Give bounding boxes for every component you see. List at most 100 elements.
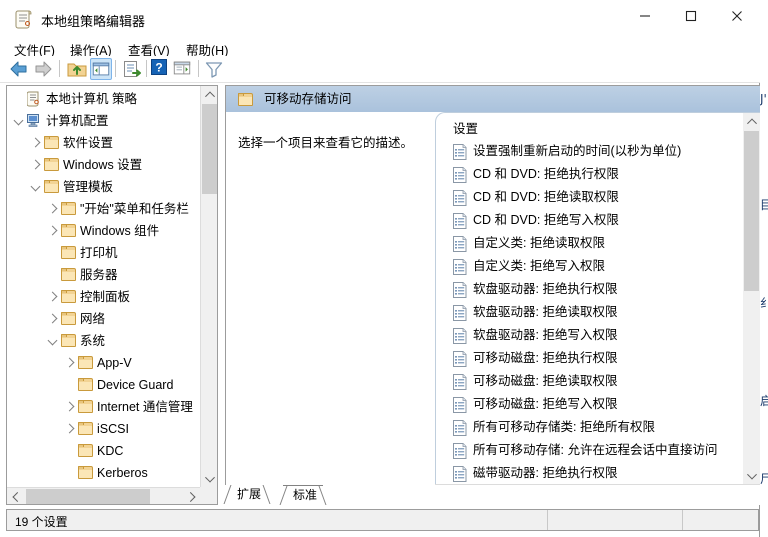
settings-list-item[interactable]: 设置强制重新启动的时间(以秒为单位) (436, 140, 743, 163)
tree-item[interactable]: 网络 (7, 308, 201, 330)
settings-list-column: 设置 设置强制重新启动的时间(以秒为单位) CD 和 DVD: 拒绝执行权限 CD … (435, 112, 760, 484)
chevron-down-icon[interactable] (45, 330, 60, 352)
export-list-icon[interactable] (121, 58, 143, 80)
show-hide-tree-icon[interactable] (90, 58, 112, 80)
settings-list-item[interactable]: 所有可移动存储类: 拒绝所有权限 (436, 416, 743, 439)
tree-scroll-left-button[interactable] (7, 488, 24, 504)
help-icon[interactable]: ? (150, 58, 172, 80)
chevron-right-icon[interactable] (45, 308, 60, 330)
chevron-right-icon[interactable] (28, 154, 43, 176)
tab-extended[interactable]: 扩展 (223, 485, 271, 504)
tree-item[interactable]: iSCSI (7, 418, 201, 440)
settings-list-item[interactable]: 所有可移动存储: 允许在远程会话中直接访问 (436, 439, 743, 462)
chevron-right-icon[interactable] (45, 220, 60, 242)
up-folder-icon[interactable] (66, 58, 88, 80)
settings-list-item[interactable]: 自定义类: 拒绝读取权限 (436, 232, 743, 255)
tree-item[interactable]: Windows 组件 (7, 220, 201, 242)
tree-item[interactable]: "开始"菜单和任务栏 (7, 198, 201, 220)
description-text: 选择一个项目来查看它的描述。 (238, 136, 414, 150)
tree-scroll-up-button[interactable] (201, 86, 217, 103)
back-icon[interactable] (8, 58, 30, 80)
folder-icon (77, 418, 95, 440)
folder-icon (77, 374, 95, 396)
tree-toggle-spacer (45, 264, 60, 286)
settings-list-item-label: 可移动磁盘: 拒绝执行权限 (473, 351, 618, 365)
tree-scrollbar-thumb[interactable] (202, 104, 217, 194)
settings-list-item[interactable]: 可移动磁盘: 拒绝写入权限 (436, 393, 743, 416)
tree-item[interactable]: Internet 通信管理 (7, 396, 201, 418)
tree-vertical-scrollbar[interactable] (200, 86, 217, 487)
tree-hscrollbar-thumb[interactable] (26, 489, 150, 504)
status-bar: 19 个设置 (6, 509, 759, 531)
folder-icon (60, 330, 78, 352)
settings-list[interactable]: 设置强制重新启动的时间(以秒为单位) CD 和 DVD: 拒绝执行权限 CD 和 D… (436, 139, 743, 484)
policy-setting-icon (453, 305, 467, 321)
settings-list-item-label: 设置强制重新启动的时间(以秒为单位) (473, 144, 682, 158)
console-tree[interactable]: 本地计算机 策略 计算机配置 软件设置 Windows 设置 管理模板 "开始"菜单和任务… (7, 86, 201, 487)
properties-icon[interactable] (172, 58, 194, 80)
settings-list-item[interactable]: CD 和 DVD: 拒绝执行权限 (436, 163, 743, 186)
settings-list-item[interactable]: 可移动磁盘: 拒绝执行权限 (436, 347, 743, 370)
tree-item[interactable]: 软件设置 (7, 132, 201, 154)
chevron-right-icon[interactable] (45, 198, 60, 220)
tree-item[interactable]: KDC (7, 440, 201, 462)
settings-list-item[interactable]: CD 和 DVD: 拒绝读取权限 (436, 186, 743, 209)
close-button[interactable] (714, 0, 760, 31)
tree-item[interactable]: 管理模板 (7, 176, 201, 198)
chevron-right-icon[interactable] (62, 396, 77, 418)
tab-standard[interactable]: 标准 (279, 485, 327, 505)
tree-item[interactable]: 控制面板 (7, 286, 201, 308)
policy-setting-icon (453, 259, 467, 275)
maximize-button[interactable] (668, 0, 714, 31)
tree-item[interactable]: Device Guard (7, 374, 201, 396)
minimize-button[interactable] (622, 0, 668, 31)
window-title: 本地组策略编辑器 (41, 14, 146, 29)
settings-scroll-up-button[interactable] (743, 113, 760, 130)
filter-icon[interactable] (203, 58, 225, 80)
toolbar-separator-3 (146, 60, 147, 77)
tree-scroll-right-button[interactable] (183, 488, 200, 504)
tree-item-label: iSCSI (97, 422, 129, 436)
tree-item[interactable]: 打印机 (7, 242, 201, 264)
chevron-right-icon[interactable] (45, 286, 60, 308)
tree-item[interactable]: Windows 设置 (7, 154, 201, 176)
tree-item[interactable]: Kerberos (7, 462, 201, 484)
settings-vertical-scrollbar[interactable] (743, 113, 760, 484)
forward-icon[interactable] (32, 58, 54, 80)
tree-item[interactable]: 计算机配置 (7, 110, 201, 132)
policy-setting-icon (453, 443, 467, 459)
tree-scroll-down-button[interactable] (201, 470, 217, 487)
chevron-down-icon[interactable] (28, 176, 43, 198)
tree-horizontal-scrollbar[interactable] (7, 487, 200, 504)
settings-scrollbar-thumb[interactable] (744, 131, 759, 291)
policy-setting-icon (453, 282, 467, 298)
settings-list-item[interactable]: 可移动磁盘: 拒绝读取权限 (436, 370, 743, 393)
settings-list-item-label: 所有可移动存储: 允许在远程会话中直接访问 (473, 443, 718, 457)
tree-toggle-spacer (45, 242, 60, 264)
settings-list-header[interactable]: 设置 (436, 113, 743, 139)
chevron-right-icon[interactable] (62, 352, 77, 374)
policy-setting-icon (453, 144, 467, 160)
tree-item[interactable]: 服务器 (7, 264, 201, 286)
settings-list-item[interactable]: 软盘驱动器: 拒绝写入权限 (436, 324, 743, 347)
settings-list-item[interactable]: CD 和 DVD: 拒绝写入权限 (436, 209, 743, 232)
settings-list-item-label: 所有可移动存储类: 拒绝所有权限 (473, 420, 655, 434)
settings-list-item[interactable]: 磁带驱动器: 拒绝执行权限 (436, 462, 743, 484)
tree-item[interactable]: 本地计算机 策略 (7, 88, 201, 110)
settings-list-item[interactable]: 软盘驱动器: 拒绝读取权限 (436, 301, 743, 324)
tree-item-label: Kerberos (97, 466, 148, 480)
tree-toggle-spacer (62, 374, 77, 396)
tree-item[interactable]: App-V (7, 352, 201, 374)
settings-list-item[interactable]: 软盘驱动器: 拒绝执行权限 (436, 278, 743, 301)
settings-list-item[interactable]: 自定义类: 拒绝写入权限 (436, 255, 743, 278)
settings-scroll-down-button[interactable] (743, 467, 760, 484)
tree-item-label: Internet 通信管理 (97, 400, 193, 414)
chevron-right-icon[interactable] (62, 418, 77, 440)
scroll-document-icon (15, 9, 33, 29)
tree-item-label: KDC (97, 444, 124, 458)
chevron-right-icon[interactable] (28, 132, 43, 154)
tree-item[interactable]: 系统 (7, 330, 201, 352)
chevron-down-icon[interactable] (11, 110, 26, 132)
